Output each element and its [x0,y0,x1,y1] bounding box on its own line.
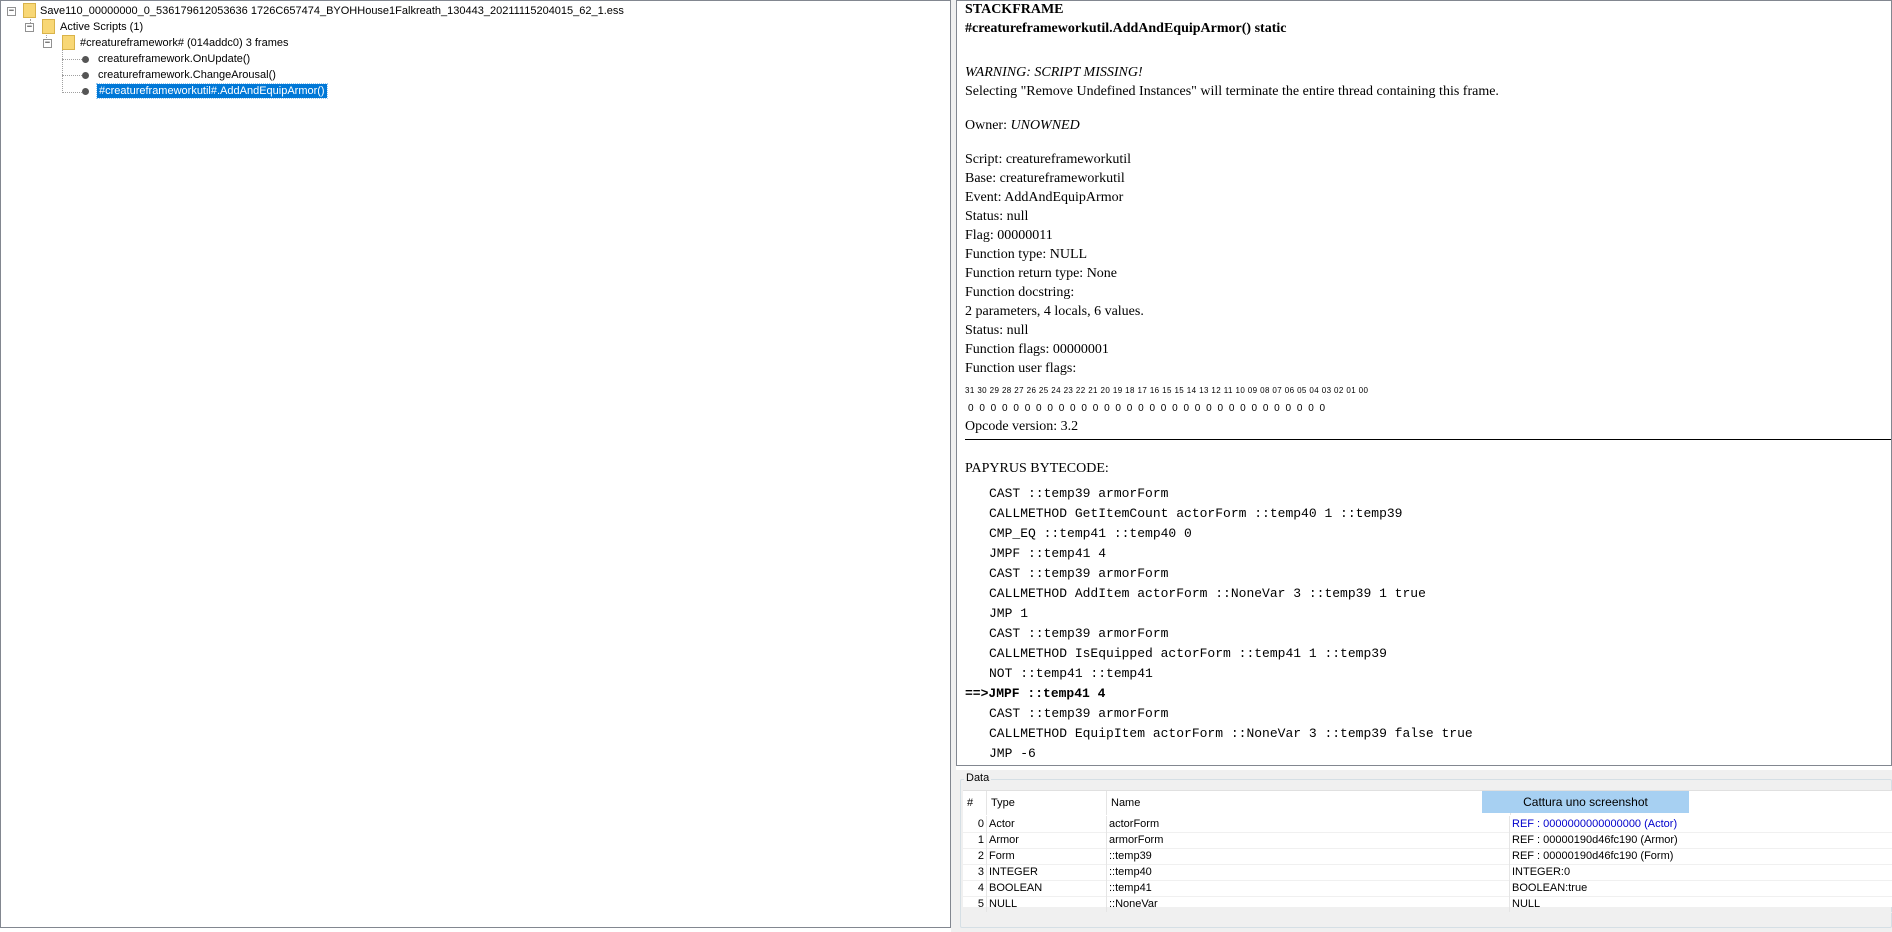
bytecode-line: CAST ::temp39 armorForm [989,486,1169,501]
cell-name: actorForm [1107,816,1510,832]
tree-connector [62,59,82,60]
detail-status: Status: null [965,209,1029,224]
cell-value: NULL [1512,898,1541,910]
cell-value: REF : 00000190d46fc190 (Armor) [1512,834,1678,846]
bytecode-line: CAST ::temp39 armorForm [989,706,1169,721]
cell-value: INTEGER:0 [1512,866,1571,878]
tree-connector [62,75,82,76]
cell-value-link[interactable]: REF : 0000000000000000 (Actor) [1510,816,1890,832]
detail-flag: Flag: 00000011 [965,228,1053,243]
cell-index: 5 [963,896,987,912]
warning-detail: Selecting "Remove Undefined Instances" w… [965,84,1499,99]
capture-screenshot-button[interactable]: Cattura uno screenshot [1482,791,1689,813]
data-panel: Data # Type Name 0 Actor actorForm REF :… [956,770,1892,932]
owner-line: Owner: UNOWNED [965,117,1080,135]
bytecode-line: JMPF ::temp41 4 [989,546,1107,561]
tree-connector [62,92,82,93]
stackframe-info-panel: STACKFRAME #creatureframeworkutil.AddAnd… [956,0,1892,766]
tree-connector [62,47,63,93]
flag-bit-values: 0 0 0 0 0 0 0 0 0 0 0 0 0 0 0 0 0 0 0 0 … [968,403,1326,414]
cell-type: Actor [987,816,1107,832]
save-tree-view[interactable]: − Save110_00000000_0_536179612053636 172… [0,0,951,928]
cell-index: 1 [963,832,987,848]
cell-type: Form [987,848,1107,864]
detail-event: Event: AddAndEquipArmor [965,190,1124,205]
tree-node-label[interactable]: #creatureframeworkutil#.AddAndEquipArmor… [96,83,328,99]
cell-type: NULL [987,896,1107,912]
section-divider [965,439,1891,440]
bytecode-line: JMP 1 [989,606,1029,621]
detail-return-type: Function return type: None [965,266,1118,281]
cell-type: INTEGER [987,864,1107,880]
tree-node-label[interactable]: #creatureframework# (014addc0) 3 frames [78,35,290,51]
table-row[interactable]: 3 INTEGER ::temp40 INTEGER:0 [963,864,1892,881]
table-row[interactable]: 4 BOOLEAN ::temp41 BOOLEAN:true [963,880,1892,897]
folder-icon [62,35,75,50]
cell-name: ::NoneVar [1107,896,1510,912]
collapse-toggle-icon[interactable]: − [43,39,52,48]
data-table[interactable]: # Type Name 0 Actor actorForm REF : 0000… [963,790,1892,913]
bytecode-current-line: ==>JMPF ::temp41 4 [965,686,1106,701]
cell-type: Armor [987,832,1107,848]
collapse-toggle-icon[interactable]: − [25,23,34,32]
collapse-toggle-icon[interactable]: − [7,7,16,16]
bytecode-line: CALLMETHOD IsEquipped actorForm ::temp41… [989,646,1387,661]
data-group-title: Data [964,772,992,784]
column-header-type[interactable]: Type [987,791,1107,815]
column-header-index[interactable]: # [963,791,987,815]
detail-status-2: Status: null [965,323,1029,338]
cell-type: BOOLEAN [987,880,1107,896]
cell-name: ::temp41 [1107,880,1510,896]
detail-docstring: Function docstring: [965,285,1075,300]
cell-name: ::temp39 [1107,848,1510,864]
folder-icon [42,19,55,34]
detail-function-type: Function type: NULL [965,247,1088,262]
frame-bullet-icon [82,88,89,95]
bytecode-heading: PAPYRUS BYTECODE: [965,461,1109,476]
bytecode-line: NOT ::temp41 ::temp41 [989,666,1153,681]
folder-icon [23,3,36,18]
cell-index: 4 [963,880,987,896]
table-row[interactable]: 1 Armor armorForm REF : 00000190d46fc190… [963,832,1892,849]
owner-value: UNOWNED [1010,118,1080,133]
bytecode-line: CALLMETHOD GetItemCount actorForm ::temp… [989,506,1403,521]
opcode-version: Opcode version: 3.2 [965,419,1079,434]
detail-base: Base: creatureframeworkutil [965,171,1125,186]
bytecode-line: CALLMETHOD EquipItem actorForm ::NoneVar… [989,726,1473,741]
info-signature: #creatureframeworkutil.AddAndEquipArmor(… [965,21,1287,36]
tree-node-label[interactable]: Save110_00000000_0_536179612053636 1726C… [38,3,626,19]
bytecode-line: CALLMETHOD AddItem actorForm ::NoneVar 3… [989,586,1426,601]
tree-node-label[interactable]: creatureframework.OnUpdate() [96,51,252,67]
table-row[interactable]: 2 Form ::temp39 REF : 00000190d46fc190 (… [963,848,1892,865]
cell-index: 2 [963,848,987,864]
tree-node-label[interactable]: Active Scripts (1) [58,19,145,35]
bytecode-line: CAST ::temp39 armorForm [989,626,1169,641]
tree-node-label[interactable]: creatureframework.ChangeArousal() [96,67,278,83]
table-row[interactable]: 0 Actor actorForm REF : 0000000000000000… [963,816,1892,833]
cell-index: 3 [963,864,987,880]
bytecode-line: CAST ::temp39 armorForm [989,566,1169,581]
cell-name: armorForm [1107,832,1510,848]
cell-value: REF : 00000190d46fc190 (Form) [1512,850,1674,862]
bytecode-line: CMP_EQ ::temp41 ::temp40 0 [989,526,1192,541]
owner-label: Owner: [965,118,1011,133]
table-row[interactable]: 5 NULL ::NoneVar NULL [963,896,1892,913]
bytecode-line: JMP -6 [989,746,1036,761]
cell-value: BOOLEAN:true [1512,882,1588,894]
cell-name: ::temp40 [1107,864,1510,880]
detail-user-flags: Function user flags: [965,361,1077,376]
info-heading: STACKFRAME [965,2,1064,17]
flag-bit-indices: 31 30 29 28 27 26 25 24 23 22 21 20 19 1… [965,386,1369,395]
detail-script: Script: creatureframeworkutil [965,152,1131,167]
cell-index: 0 [963,816,987,832]
frame-bullet-icon [82,56,89,63]
frame-bullet-icon [82,72,89,79]
detail-counts: 2 parameters, 4 locals, 6 values. [965,304,1144,319]
warning-text: WARNING: SCRIPT MISSING! [965,65,1143,80]
detail-function-flags: Function flags: 00000001 [965,342,1109,357]
column-header-name[interactable]: Name [1107,791,1511,815]
